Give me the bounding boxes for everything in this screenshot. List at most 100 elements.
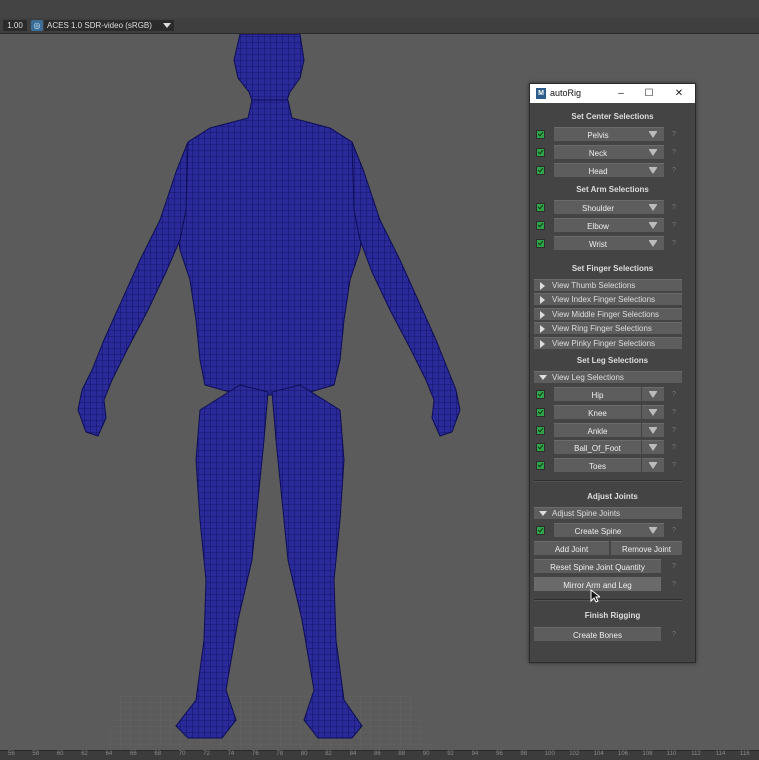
center-section-title: Set Center Selections xyxy=(571,112,654,121)
ruler-tick-label: 114 xyxy=(715,751,726,757)
head-button[interactable]: Head xyxy=(554,163,642,178)
ball-of-foot-row: Ball_Of_Foot ? xyxy=(534,440,685,455)
wrist-row: Wrist ? xyxy=(534,236,685,251)
ruler-tick-label: 74 xyxy=(227,751,235,757)
help-icon[interactable]: ? xyxy=(665,236,683,251)
ball-of-foot-button[interactable]: Ball_Of_Foot xyxy=(554,440,641,455)
thumb-frame[interactable]: View Thumb Selections xyxy=(534,279,682,291)
ruler-tick-label: 112 xyxy=(691,751,701,757)
ground-grid xyxy=(105,695,432,748)
view-transform-dropdown[interactable]: ACES 1.0 SDR-video (sRGB) xyxy=(44,20,174,31)
middle-frame[interactable]: View Middle Finger Selections xyxy=(534,308,682,320)
ruler-tick-label: 96 xyxy=(496,751,503,757)
window-titlebar[interactable]: M autoRig – ☐ ✕ xyxy=(530,84,695,103)
hip-row: Hip ? xyxy=(534,387,685,402)
help-icon[interactable]: ? xyxy=(665,559,683,574)
pelvis-button[interactable]: Pelvis xyxy=(554,127,642,142)
head-row: Head ? xyxy=(534,163,685,178)
reset-spine-quantity-button[interactable]: Reset Spine Joint Quantity xyxy=(534,559,661,574)
ankle-button[interactable]: Ankle xyxy=(554,423,641,438)
wrist-checkbox[interactable] xyxy=(536,239,545,248)
ruler-tick-label: 92 xyxy=(447,751,454,757)
color-management-icon[interactable]: ◎ xyxy=(31,20,43,31)
select-arrow-icon[interactable] xyxy=(642,458,664,473)
elbow-button[interactable]: Elbow xyxy=(554,218,642,233)
toes-button[interactable]: Toes xyxy=(554,458,641,473)
middle-frame-label: View Middle Finger Selections xyxy=(552,310,660,319)
select-arrow-icon[interactable] xyxy=(642,387,664,402)
help-icon[interactable]: ? xyxy=(665,387,683,402)
help-icon[interactable]: ? xyxy=(665,523,683,538)
pelvis-row: Pelvis ? xyxy=(534,127,685,142)
help-icon[interactable]: ? xyxy=(665,423,683,438)
help-icon[interactable]: ? xyxy=(665,145,683,160)
create-spine-checkbox[interactable] xyxy=(536,526,545,535)
elbow-checkbox[interactable] xyxy=(536,221,545,230)
help-icon[interactable]: ? xyxy=(665,218,683,233)
help-icon[interactable]: ? xyxy=(665,627,683,642)
arm-section-title: Set Arm Selections xyxy=(576,185,649,194)
spine-frame[interactable]: Adjust Spine Joints xyxy=(534,507,682,519)
select-arrow-icon[interactable] xyxy=(642,127,664,142)
ring-frame[interactable]: View Ring Finger Selections xyxy=(534,322,682,334)
ruler-tick-label: 64 xyxy=(105,751,113,757)
select-arrow-icon[interactable] xyxy=(642,423,664,438)
pelvis-checkbox[interactable] xyxy=(536,130,545,139)
elbow-row: Elbow ? xyxy=(534,218,685,233)
help-icon[interactable]: ? xyxy=(665,440,683,455)
pinky-frame-label: View Pinky Finger Selections xyxy=(552,339,656,348)
leg-frame[interactable]: View Leg Selections xyxy=(534,371,682,383)
maximize-button[interactable]: ☐ xyxy=(639,85,659,102)
wrist-button[interactable]: Wrist xyxy=(554,236,642,251)
ruler-tick-label: 76 xyxy=(252,751,259,757)
knee-row: Knee ? xyxy=(534,405,685,420)
minimize-button[interactable]: – xyxy=(611,85,631,102)
spine-frame-label: Adjust Spine Joints xyxy=(552,509,621,518)
toes-row: Toes ? xyxy=(534,458,685,473)
select-arrow-icon[interactable] xyxy=(642,218,664,233)
ruler-tick-label: 60 xyxy=(56,751,64,757)
head-checkbox[interactable] xyxy=(536,166,545,175)
ruler-tick-label: 62 xyxy=(81,751,88,757)
help-icon[interactable]: ? xyxy=(665,458,683,473)
create-bones-button[interactable]: Create Bones xyxy=(534,627,661,642)
help-icon[interactable]: ? xyxy=(665,200,683,215)
exposure-field[interactable]: 1.00 xyxy=(3,20,27,31)
select-arrow-icon[interactable] xyxy=(642,163,664,178)
leg-frame-label: View Leg Selections xyxy=(552,373,624,382)
expand-arrow-icon xyxy=(540,340,545,348)
neck-checkbox[interactable] xyxy=(536,148,545,157)
ankle-checkbox[interactable] xyxy=(536,426,545,435)
collapse-arrow-icon xyxy=(539,511,547,516)
help-icon[interactable]: ? xyxy=(665,405,683,420)
shoulder-button[interactable]: Shoulder xyxy=(554,200,642,215)
help-icon[interactable]: ? xyxy=(665,127,683,142)
help-icon[interactable]: ? xyxy=(665,577,683,592)
add-joint-button[interactable]: Add Joint xyxy=(534,541,609,556)
select-arrow-icon[interactable] xyxy=(642,405,664,420)
index-frame[interactable]: View Index Finger Selections xyxy=(534,293,682,305)
hip-button[interactable]: Hip xyxy=(554,387,641,402)
toes-checkbox[interactable] xyxy=(536,461,545,470)
select-arrow-icon[interactable] xyxy=(642,440,664,455)
knee-checkbox[interactable] xyxy=(536,408,545,417)
knee-button[interactable]: Knee xyxy=(554,405,641,420)
ball-of-foot-checkbox[interactable] xyxy=(536,443,545,452)
remove-joint-button[interactable]: Remove Joint xyxy=(611,541,682,556)
ankle-row: Ankle ? xyxy=(534,423,685,438)
shoulder-checkbox[interactable] xyxy=(536,203,545,212)
select-arrow-icon[interactable] xyxy=(642,145,664,160)
pinky-frame[interactable]: View Pinky Finger Selections xyxy=(534,337,682,349)
create-spine-row: Create Spine ? xyxy=(534,523,685,538)
neck-button[interactable]: Neck xyxy=(554,145,642,160)
select-arrow-icon[interactable] xyxy=(642,200,664,215)
ruler-tick-label: 82 xyxy=(325,751,332,757)
ruler-tick-label: 106 xyxy=(618,751,629,757)
close-button[interactable]: ✕ xyxy=(669,85,689,102)
select-arrow-icon[interactable] xyxy=(642,523,664,538)
ruler-tick-label: 100 xyxy=(544,751,555,757)
create-spine-button[interactable]: Create Spine xyxy=(554,523,642,538)
hip-checkbox[interactable] xyxy=(536,390,545,399)
help-icon[interactable]: ? xyxy=(665,163,683,178)
select-arrow-icon[interactable] xyxy=(642,236,664,251)
